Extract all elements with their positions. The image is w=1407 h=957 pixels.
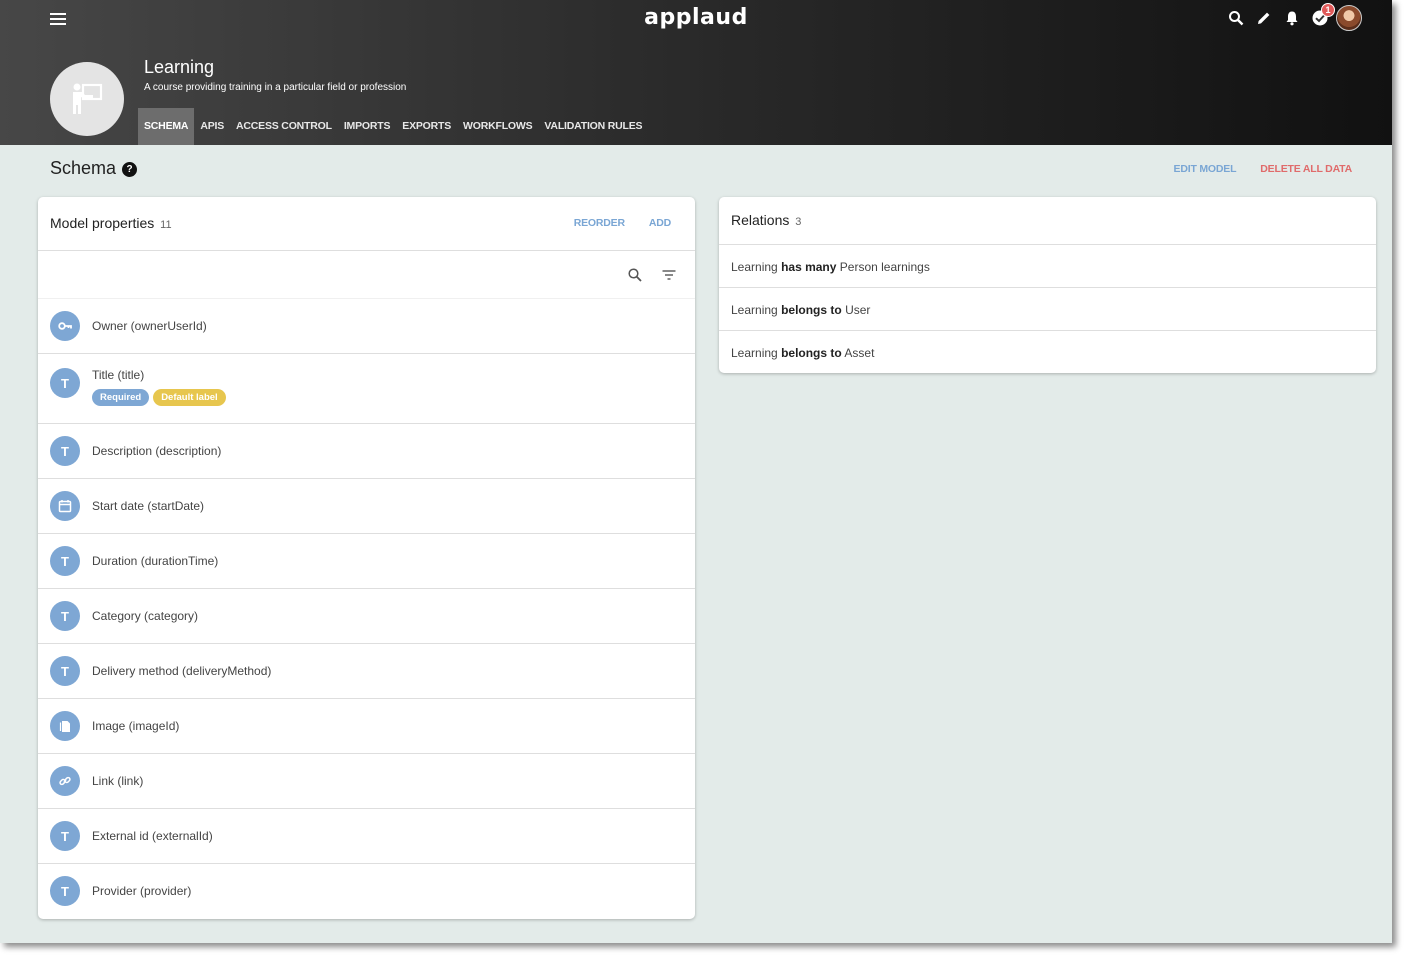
search-icon[interactable] xyxy=(627,267,643,283)
property-label: Description (description) xyxy=(92,444,222,458)
tab-apis[interactable]: APIS xyxy=(194,108,230,145)
properties-count: 11 xyxy=(160,219,172,231)
text-icon: T xyxy=(50,436,80,466)
help-icon[interactable]: ? xyxy=(122,162,138,177)
property-label: Duration (durationTime) xyxy=(92,554,219,568)
property-row-duration[interactable]: T Duration (durationTime) xyxy=(38,534,695,589)
properties-toolbar xyxy=(38,251,695,299)
relation-object: Asset xyxy=(844,346,875,360)
relation-subject: Learning xyxy=(731,303,778,317)
edit-model-button[interactable]: EDIT MODEL xyxy=(1174,163,1237,175)
model-properties-card: Model properties 11 REORDER ADD Owner (o… xyxy=(38,197,695,919)
property-row-start-date[interactable]: Start date (startDate) xyxy=(38,479,695,534)
properties-title-text: Model properties xyxy=(50,215,155,231)
relation-verb: belongs to xyxy=(781,346,842,360)
properties-header: Model properties 11 REORDER ADD xyxy=(38,197,695,251)
relation-row[interactable]: Learning has many Person learnings xyxy=(719,245,1376,288)
tab-access-control[interactable]: ACCESS CONTROL xyxy=(230,108,338,145)
relation-subject: Learning xyxy=(731,346,778,360)
relation-row[interactable]: Learning belongs to User xyxy=(719,288,1376,331)
link-icon xyxy=(50,766,80,796)
property-label: Image (imageId) xyxy=(92,719,180,733)
delete-all-data-button[interactable]: DELETE ALL DATA xyxy=(1260,163,1352,175)
add-property-button[interactable]: ADD xyxy=(649,217,671,229)
notification-badge: 1 xyxy=(1321,3,1335,17)
tab-schema[interactable]: SCHEMA xyxy=(138,108,195,145)
user-avatar[interactable] xyxy=(1336,5,1362,31)
calendar-icon xyxy=(50,491,80,521)
edit-icon[interactable] xyxy=(1252,6,1276,30)
text-icon: T xyxy=(50,876,80,906)
key-icon xyxy=(50,311,80,341)
relation-verb: has many xyxy=(781,260,837,274)
property-row-owner[interactable]: Owner (ownerUserId) xyxy=(38,299,695,354)
property-label: Delivery method (deliveryMethod) xyxy=(92,664,272,678)
property-tags: Required Default label xyxy=(92,389,230,406)
bell-icon[interactable] xyxy=(1280,6,1304,30)
property-label: Title (title) xyxy=(92,368,145,382)
tab-workflows[interactable]: WORKFLOWS xyxy=(457,108,538,145)
property-row-link[interactable]: Link (link) xyxy=(38,754,695,809)
model-subtitle: A course providing training in a particu… xyxy=(144,82,407,93)
header-actions: 1 xyxy=(1220,3,1362,31)
text-icon: T xyxy=(50,368,80,398)
property-row-category[interactable]: T Category (category) xyxy=(38,589,695,644)
relations-title-text: Relations xyxy=(731,212,790,228)
property-row-delivery-method[interactable]: T Delivery method (deliveryMethod) xyxy=(38,644,695,699)
text-icon: T xyxy=(50,546,80,576)
tasks-icon[interactable]: 1 xyxy=(1308,3,1335,30)
relation-object: Person learnings xyxy=(839,260,930,274)
page-actions: EDIT MODEL DELETE ALL DATA xyxy=(1150,163,1353,175)
tab-validation-rules[interactable]: VALIDATION RULES xyxy=(538,108,648,145)
relation-object: User xyxy=(845,303,871,317)
property-label: Link (link) xyxy=(92,774,144,788)
property-row-title[interactable]: T Title (title) Required Default label xyxy=(38,354,695,424)
tab-exports[interactable]: EXPORTS xyxy=(396,108,457,145)
tab-bar: SCHEMA APIS ACCESS CONTROL IMPORTS EXPOR… xyxy=(138,108,648,145)
property-row-external-id[interactable]: T External id (externalId) xyxy=(38,809,695,864)
properties-actions: REORDER ADD xyxy=(550,217,671,229)
model-icon xyxy=(50,62,124,136)
property-row-provider[interactable]: T Provider (provider) xyxy=(38,864,695,919)
relation-verb: belongs to xyxy=(781,303,842,317)
tab-imports[interactable]: IMPORTS xyxy=(338,108,396,145)
property-label: Owner (ownerUserId) xyxy=(92,319,207,333)
relation-subject: Learning xyxy=(731,260,778,274)
search-icon[interactable] xyxy=(1224,6,1248,30)
page-title: Schema ? xyxy=(50,158,138,179)
text-icon: T xyxy=(50,656,80,686)
properties-title: Model properties 11 xyxy=(50,215,172,231)
property-label: Category (category) xyxy=(92,609,199,623)
property-row-description[interactable]: T Description (description) xyxy=(38,424,695,479)
file-icon xyxy=(50,711,80,741)
property-row-image[interactable]: Image (imageId) xyxy=(38,699,695,754)
property-label: Start date (startDate) xyxy=(92,499,205,513)
text-icon: T xyxy=(50,821,80,851)
reorder-button[interactable]: REORDER xyxy=(574,217,625,229)
relations-title: Relations 3 xyxy=(731,212,801,228)
text-icon: T xyxy=(50,601,80,631)
relations-count: 3 xyxy=(795,216,802,228)
relations-header: Relations 3 xyxy=(719,197,1376,245)
property-label: Provider (provider) xyxy=(92,884,192,898)
required-badge: Required xyxy=(92,389,150,406)
model-title: Learning xyxy=(144,57,215,77)
filter-icon[interactable] xyxy=(661,267,677,283)
app-window: applaud 1 Learning A course providing tr… xyxy=(0,0,1392,943)
header: applaud 1 Learning A course providing tr… xyxy=(0,0,1392,145)
app-logo: applaud xyxy=(644,5,748,30)
default-label-badge: Default label xyxy=(153,389,226,406)
relation-row[interactable]: Learning belongs to Asset xyxy=(719,331,1376,374)
property-label: External id (externalId) xyxy=(92,829,213,843)
page-title-text: Schema xyxy=(50,158,117,178)
relations-card: Relations 3 Learning has many Person lea… xyxy=(719,197,1376,373)
